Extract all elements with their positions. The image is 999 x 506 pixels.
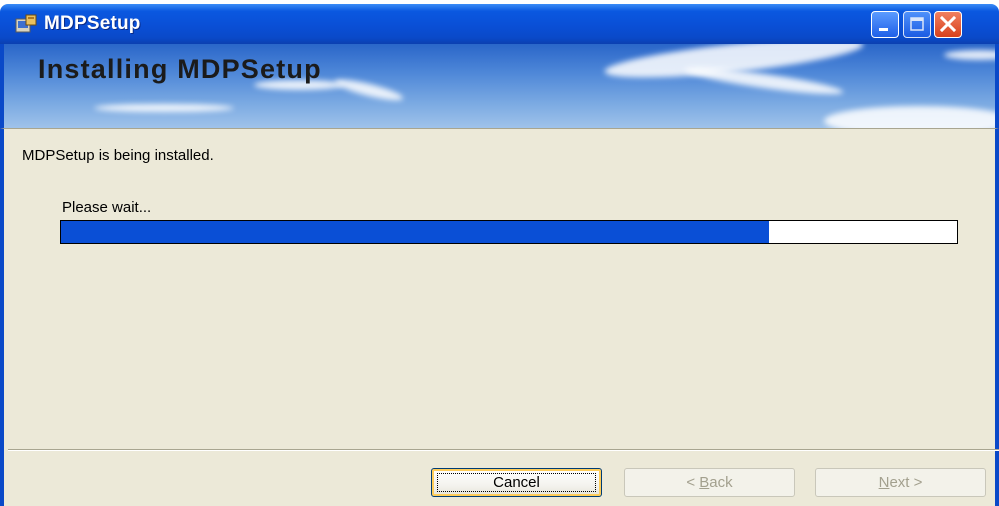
window-title: MDPSetup [44,13,141,34]
title-bar[interactable]: MDPSetup [0,4,999,44]
installer-icon [14,13,38,35]
cancel-button[interactable]: Cancel [431,468,602,497]
close-button[interactable] [934,11,962,38]
button-separator [8,449,999,451]
please-wait-label: Please wait... [62,199,152,216]
close-icon [939,15,957,33]
back-prefix: < [686,474,700,491]
next-button[interactable]: Next > [815,468,986,497]
back-accel: B [699,474,710,491]
banner-cloud [824,106,995,128]
banner-cloud [944,50,995,60]
progress-fill [61,221,769,243]
minimize-icon [879,28,888,31]
install-progress-bar [60,220,958,244]
minimize-button[interactable] [871,11,899,38]
maximize-button[interactable] [903,11,931,38]
header-banner: Installing MDPSetup [0,44,999,128]
back-rest: ack [709,474,733,491]
focus-rectangle [437,473,596,492]
dialog-body: MDPSetup is being installed. Please wait… [0,128,999,506]
next-accel: N [878,474,890,491]
install-status-text: MDPSetup is being installed. [22,147,214,164]
next-rest: ext > [889,474,923,491]
back-button[interactable]: < Back [624,468,795,497]
installer-window: MDPSetup Installing MDPSetup MDPSetup is… [0,0,999,506]
banner-title: Installing MDPSetup [38,54,322,84]
maximize-icon [910,17,924,31]
banner-cloud [94,104,234,112]
banner-cloud [333,75,405,105]
